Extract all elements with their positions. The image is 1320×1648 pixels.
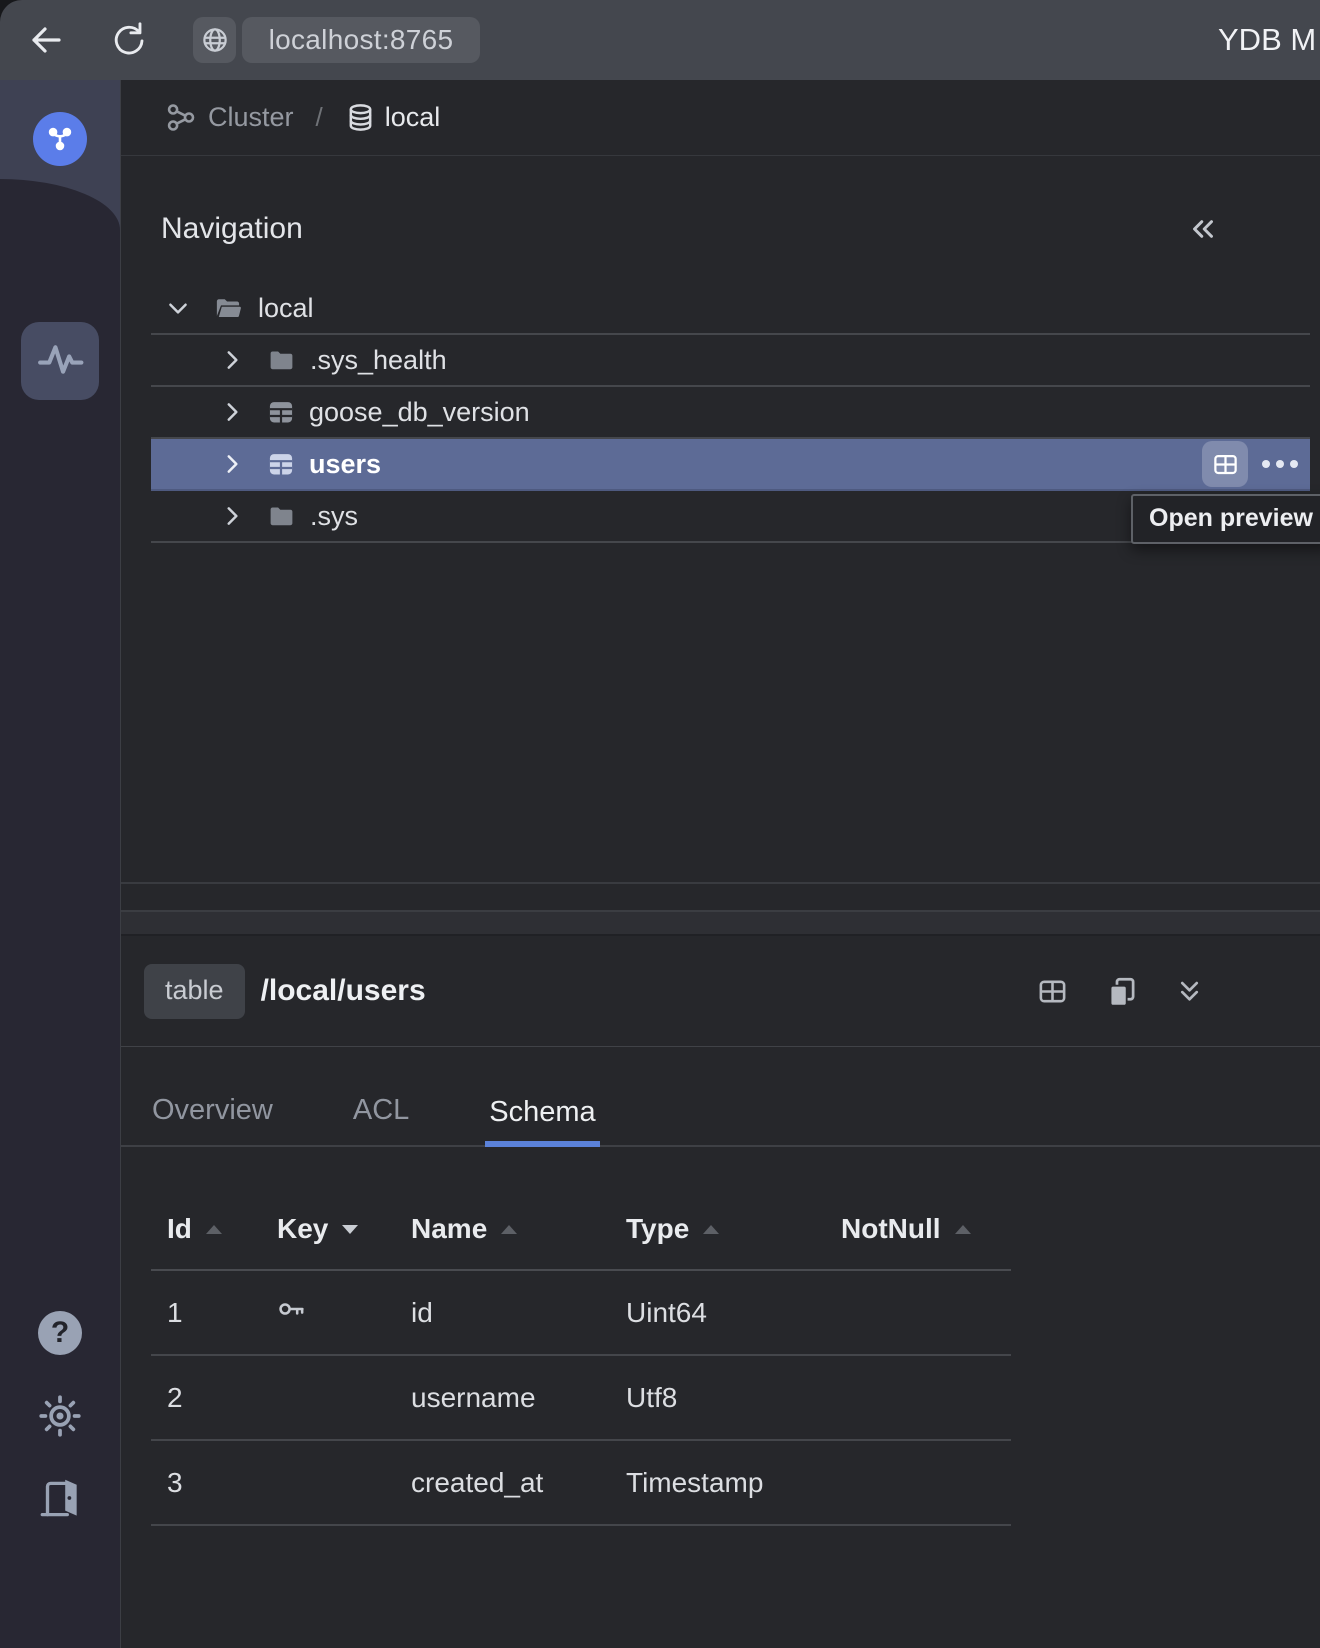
schema-row: 2 username Utf8 — [151, 1356, 1011, 1441]
collapse-panel-button[interactable] — [1186, 212, 1220, 246]
chevron-right-icon[interactable] — [219, 399, 245, 425]
tree-item-users[interactable]: users — [151, 439, 1310, 491]
main-content: Cluster / local Navigation — [120, 80, 1320, 1648]
cell-type: Utf8 — [626, 1382, 841, 1414]
gear-icon — [35, 1391, 85, 1441]
sort-asc-icon — [703, 1225, 719, 1234]
tree-item-label: .sys_health — [310, 345, 447, 376]
table-grid-icon — [1037, 976, 1068, 1007]
tree-item-sys-health[interactable]: .sys_health — [151, 335, 1310, 387]
tree-item-label: local — [258, 293, 314, 324]
breadcrumb: Cluster / local — [121, 80, 1320, 156]
copy-path-button[interactable] — [1106, 976, 1137, 1007]
info-tabs: Overview ACL Schema — [121, 1047, 1320, 1147]
more-actions-button[interactable] — [1262, 460, 1298, 468]
column-header-key[interactable]: Key — [277, 1213, 411, 1245]
pulse-icon — [34, 335, 86, 387]
breadcrumb-separator: / — [316, 102, 323, 133]
tree-item-label: goose_db_version — [309, 397, 530, 428]
sidebar-item-cluster[interactable] — [33, 112, 87, 166]
tree-item-label: users — [309, 449, 381, 480]
chevron-right-icon[interactable] — [219, 451, 245, 477]
sidebar-item-settings[interactable] — [35, 1391, 85, 1441]
navigation-title: Navigation — [161, 212, 303, 246]
table-preview-icon — [1212, 451, 1239, 478]
cell-name: username — [411, 1382, 626, 1414]
schema-table: Id Key Name Type — [151, 1189, 1011, 1526]
back-icon — [23, 18, 67, 62]
sidebar-item-monitoring[interactable] — [21, 322, 99, 400]
cell-id: 1 — [167, 1297, 277, 1329]
tree-item-label: .sys — [310, 501, 358, 532]
sort-asc-icon — [955, 1225, 971, 1234]
folder-open-icon — [213, 293, 244, 324]
collapse-info-button[interactable] — [1175, 977, 1204, 1006]
chevron-right-icon[interactable] — [219, 503, 245, 529]
cell-id: 2 — [167, 1382, 277, 1414]
page-title: YDB M — [1218, 22, 1316, 58]
table-grid-icon — [267, 398, 295, 426]
cluster-nodes-icon — [166, 102, 197, 133]
sort-desc-icon — [342, 1225, 358, 1234]
schema-header-row: Id Key Name Type — [151, 1189, 1011, 1271]
back-button[interactable] — [23, 18, 67, 62]
chevron-right-icon[interactable] — [219, 347, 245, 373]
panel-splitter[interactable] — [121, 910, 1320, 936]
help-icon: ? — [38, 1311, 82, 1355]
object-info-header: table /local/users — [121, 936, 1320, 1047]
cell-name: created_at — [411, 1467, 626, 1499]
navigation-panel: Navigation — [121, 156, 1320, 884]
schema-row: 3 created_at Timestamp — [151, 1441, 1011, 1526]
app-sidebar: ? — [0, 80, 120, 1648]
entity-path: /local/users — [261, 974, 426, 1008]
breadcrumb-database: local — [385, 102, 441, 133]
url-text: localhost:8765 — [269, 24, 454, 56]
key-icon — [277, 1294, 307, 1324]
reload-button[interactable] — [107, 18, 151, 62]
reload-icon — [108, 19, 150, 61]
screen: localhost:8765 YDB M — [0, 0, 1320, 1648]
open-preview-button[interactable] — [1202, 441, 1248, 487]
schema-row: 1 id Uint64 — [151, 1271, 1011, 1356]
column-header-id[interactable]: Id — [167, 1213, 277, 1245]
tab-schema[interactable]: Schema — [485, 1096, 599, 1147]
entity-type-badge: table — [144, 964, 245, 1019]
sidebar-item-help[interactable]: ? — [35, 1308, 85, 1358]
tab-overview[interactable]: Overview — [148, 1094, 277, 1145]
tooltip-open-preview: Open preview — [1131, 494, 1320, 544]
open-preview-button[interactable] — [1037, 976, 1068, 1007]
column-header-name[interactable]: Name — [411, 1213, 626, 1245]
cluster-icon — [44, 123, 76, 155]
sort-asc-icon — [206, 1225, 222, 1234]
table-grid-icon — [267, 450, 295, 478]
url-bar[interactable]: localhost:8765 — [242, 17, 480, 63]
logout-door-icon — [35, 1474, 85, 1524]
cell-type: Uint64 — [626, 1297, 841, 1329]
globe-icon — [200, 25, 230, 55]
cell-id: 3 — [167, 1467, 277, 1499]
breadcrumb-cluster[interactable]: Cluster — [208, 102, 294, 133]
chevron-down-icon[interactable] — [165, 295, 191, 321]
column-header-notnull[interactable]: NotNull — [841, 1213, 1011, 1245]
site-info-button[interactable] — [193, 17, 236, 63]
object-info-panel: table /local/users — [121, 936, 1320, 1526]
copy-icon — [1106, 976, 1137, 1007]
cell-name: id — [411, 1297, 626, 1329]
column-header-type[interactable]: Type — [626, 1213, 841, 1245]
sidebar-item-logout[interactable] — [35, 1474, 85, 1524]
tree-item-local[interactable]: local — [151, 283, 1310, 335]
database-icon — [345, 102, 376, 133]
browser-topbar: localhost:8765 YDB M — [0, 0, 1320, 80]
tab-acl[interactable]: ACL — [349, 1094, 413, 1145]
sort-asc-icon — [501, 1225, 517, 1234]
double-chevron-left-icon — [1186, 212, 1220, 246]
folder-icon — [267, 346, 296, 375]
panel-gap — [121, 884, 1320, 910]
cell-key — [277, 1294, 411, 1331]
cell-type: Timestamp — [626, 1467, 841, 1499]
double-chevron-down-icon — [1175, 977, 1204, 1006]
folder-icon — [267, 502, 296, 531]
tree-item-goose-db-version[interactable]: goose_db_version — [151, 387, 1310, 439]
